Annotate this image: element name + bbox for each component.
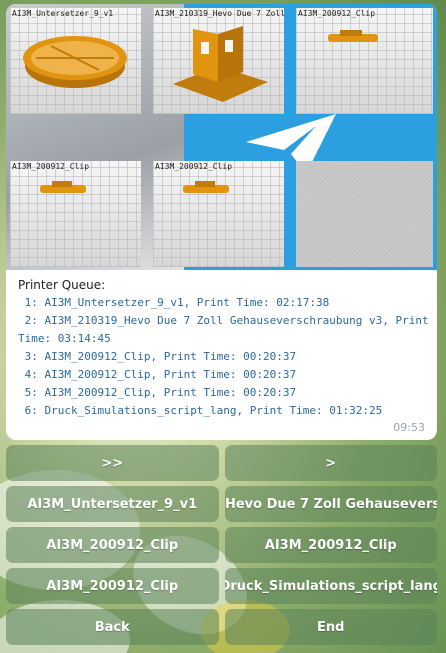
queue-item: 4: AI3M_200912_Clip, Print Time: 00:20:3… (18, 368, 297, 381)
fast-forward-button[interactable]: >> (6, 445, 219, 481)
keyboard-row: AI3M_200912_Clip Druck_Simulations_scrip… (6, 568, 437, 604)
keyboard-row: AI3M_200912_Clip AI3M_200912_Clip (6, 527, 437, 563)
message-timestamp: 09:53 (393, 421, 425, 434)
thumbnail-label: AI3M_200912_Clip (12, 162, 90, 171)
back-button[interactable]: Back (6, 609, 219, 645)
file-button-hevo[interactable]: AI3M_210319_Hevo Due 7 Zoll Gehauseversc… (224, 486, 437, 522)
thumbnail-6[interactable] (296, 161, 433, 267)
end-button[interactable]: End (224, 609, 437, 645)
thumbnail-2[interactable]: AI3M_210319_Hevo Due 7 Zoll (153, 8, 284, 114)
queue-item: 1: AI3M_Untersetzer_9_v1, Print Time: 02… (18, 296, 330, 309)
queue-item: 2: AI3M_210319_Hevo Due 7 Zoll Gehauseve… (18, 314, 436, 345)
thumbnail-1[interactable]: AI3M_Untersetzer_9_v1 (10, 8, 141, 114)
coaster-model-icon (23, 36, 127, 88)
image-album[interactable]: AI3M_Untersetzer_9_v1 AI3M_210319_Hevo D… (6, 4, 437, 270)
queue-item: 5: AI3M_200912_Clip, Print Time: 00:20:3… (18, 386, 297, 399)
clip-model-icon (40, 181, 86, 193)
inline-keyboard: >> > AI3M_Untersetzer_9_v1 AI3M_210319_H… (6, 445, 437, 650)
thumbnail-5[interactable]: AI3M_200912_Clip (153, 161, 284, 267)
thumbnail-label: AI3M_Untersetzer_9_v1 (12, 9, 114, 18)
next-button[interactable]: > (224, 445, 437, 481)
keyboard-row: AI3M_Untersetzer_9_v1 AI3M_210319_Hevo D… (6, 486, 437, 522)
thumbnail-label: AI3M_210319_Hevo Due 7 Zoll (155, 9, 284, 18)
keyboard-row: Back End (6, 609, 437, 645)
queue-title: Printer Queue: (18, 278, 106, 292)
file-button-druck-simulation[interactable]: Druck_Simulations_script_lang (224, 568, 437, 604)
bracket-model-icon (173, 26, 268, 102)
printer-queue-text: Printer Queue: 1: AI3M_Untersetzer_9_v1,… (18, 276, 430, 420)
thumbnail-label: AI3M_200912_Clip (298, 9, 376, 18)
file-button-clip-3[interactable]: AI3M_200912_Clip (6, 568, 219, 604)
message-bubble: AI3M_Untersetzer_9_v1 AI3M_210319_Hevo D… (6, 4, 437, 440)
file-button-clip-1[interactable]: AI3M_200912_Clip (6, 527, 219, 563)
thumbnail-label: AI3M_200912_Clip (155, 162, 233, 171)
thumbnail-3[interactable]: AI3M_200912_Clip (296, 8, 433, 114)
file-button-untersetzer[interactable]: AI3M_Untersetzer_9_v1 (6, 486, 219, 522)
queue-item: 6: Druck_Simulations_script_lang, Print … (18, 404, 383, 417)
clip-model-icon (328, 30, 378, 42)
file-button-clip-2[interactable]: AI3M_200912_Clip (224, 527, 437, 563)
queue-item: 3: AI3M_200912_Clip, Print Time: 00:20:3… (18, 350, 297, 363)
keyboard-row: >> > (6, 445, 437, 481)
clip-model-icon (183, 181, 229, 193)
thumbnail-4[interactable]: AI3M_200912_Clip (10, 161, 141, 267)
